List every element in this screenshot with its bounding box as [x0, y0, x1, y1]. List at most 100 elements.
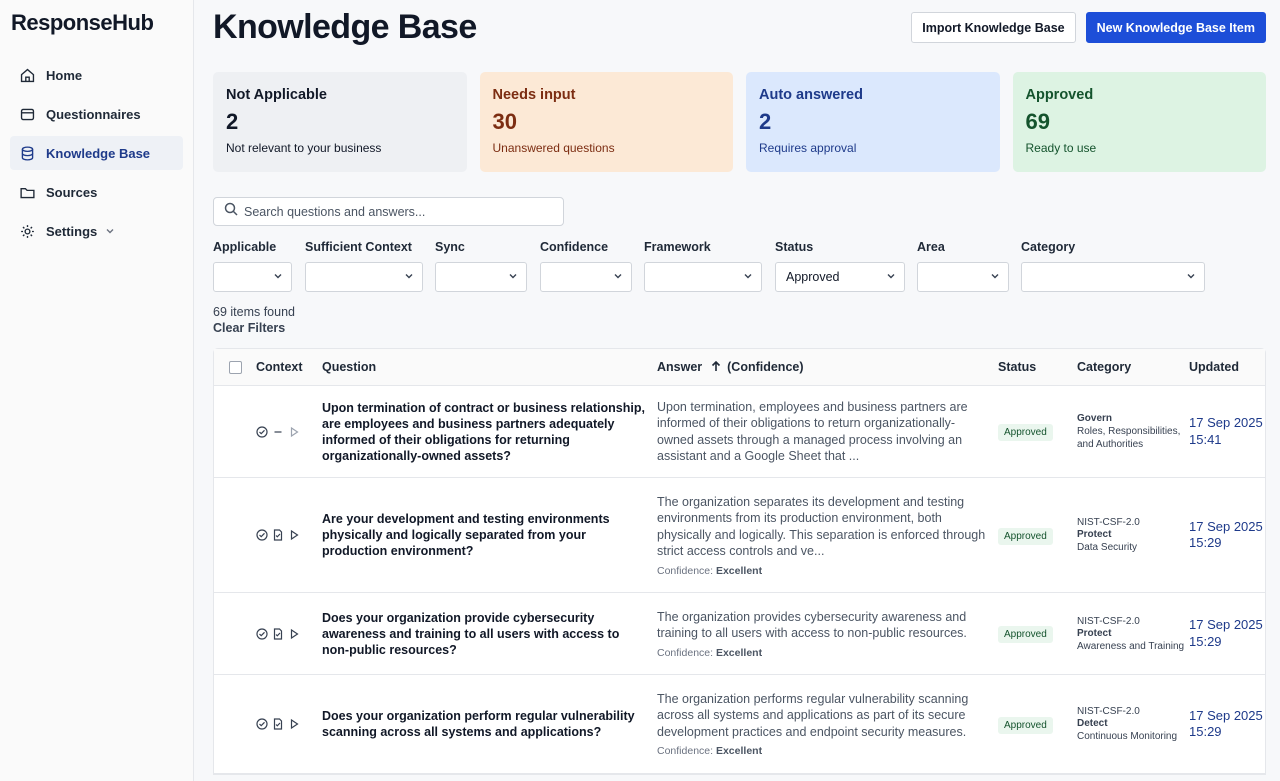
- category-function: Protect: [1077, 627, 1112, 639]
- chevron-down-icon: [1186, 270, 1196, 284]
- document-icon: [272, 529, 284, 541]
- stat-label: Needs input: [492, 87, 576, 103]
- sidebar: ResponseHub Home Questionnaires Knowledg…: [0, 0, 194, 781]
- filter-label-sufficient-context: Sufficient Context: [305, 240, 412, 254]
- answer-text: The organization provides cybersecurity …: [657, 609, 967, 641]
- updated-date: 17 Sep 2025: [1189, 415, 1263, 430]
- table-row[interactable]: Does your organization provide cybersecu…: [214, 593, 1265, 675]
- sidebar-item-label: Knowledge Base: [46, 145, 151, 161]
- stat-value: 30: [492, 109, 517, 134]
- chevron-down-icon: [404, 270, 414, 284]
- filter-select-status[interactable]: Approved: [775, 262, 905, 292]
- table-row[interactable]: Upon termination of contract or business…: [214, 386, 1265, 478]
- sidebar-item-questionnaires[interactable]: Questionnaires: [10, 97, 183, 131]
- filter-label-area: Area: [917, 240, 945, 254]
- table-row[interactable]: Are your development and testing environ…: [214, 478, 1265, 593]
- updated-time: 15:41: [1189, 431, 1222, 447]
- main-content: Knowledge Base Import Knowledge Base New…: [194, 0, 1280, 781]
- confidence-label: Confidence: Excellent: [657, 647, 986, 659]
- category-area: Continuous Monitoring: [1077, 731, 1178, 742]
- stat-desc: Unanswered questions: [492, 141, 615, 155]
- filter-label-category: Category: [1021, 240, 1076, 254]
- filter-select-sync[interactable]: [435, 262, 527, 292]
- filter-select-category[interactable]: [1021, 262, 1205, 292]
- status-badge: Approved: [998, 716, 1053, 734]
- play-icon: [288, 628, 300, 640]
- status-badge: Approved: [998, 626, 1053, 643]
- sidebar-item-label: Settings: [46, 223, 98, 239]
- stat-card-not-applicable[interactable]: Not Applicable 2 Not relevant to your bu…: [213, 72, 467, 172]
- table-header: Context Question Answer (Confidence) Sta…: [214, 349, 1265, 386]
- answer-text: Upon termination, employees and business…: [657, 399, 968, 464]
- status-badge: Approved: [998, 424, 1053, 441]
- filter-select-area[interactable]: [917, 262, 1009, 292]
- sidebar-item-label: Sources: [46, 184, 98, 200]
- stat-desc: Ready to use: [1025, 141, 1097, 155]
- confidence-prefix: Confidence:: [657, 745, 714, 758]
- document-icon: [18, 105, 36, 123]
- column-header-answer-label: Answer: [657, 359, 703, 374]
- clear-filters-button[interactable]: Clear Filters: [213, 321, 1266, 335]
- chevron-down-icon[interactable]: [105, 226, 115, 236]
- filter-select-sufficient-context[interactable]: [305, 262, 423, 292]
- question-text: Does your organization provide cybersecu…: [322, 610, 620, 657]
- answer-text: The organization separates its developme…: [657, 494, 986, 559]
- filter-select-confidence[interactable]: [540, 262, 632, 292]
- folder-icon: [18, 183, 36, 201]
- column-header-category[interactable]: Category: [1077, 360, 1189, 374]
- stack-icon: [18, 144, 36, 162]
- confidence-value: Excellent: [715, 745, 763, 758]
- chevron-down-icon: [613, 270, 623, 284]
- sidebar-item-settings[interactable]: Settings: [10, 214, 183, 248]
- updated-date: 17 Sep 2025: [1189, 617, 1263, 632]
- sidebar-item-knowledge-base[interactable]: Knowledge Base: [10, 136, 183, 170]
- stat-card-needs-input[interactable]: Needs input 30 Unanswered questions: [479, 72, 733, 172]
- search-icon: [224, 202, 238, 221]
- stat-value: 69: [1025, 109, 1050, 134]
- column-header-confidence-label: (Confidence): [727, 359, 804, 374]
- confidence-prefix: Confidence:: [657, 564, 714, 577]
- sidebar-item-home[interactable]: Home: [10, 58, 183, 92]
- filter-label-status: Status: [775, 240, 814, 254]
- column-header-status[interactable]: Status: [998, 360, 1077, 374]
- column-header-context[interactable]: Context: [256, 360, 322, 374]
- updated-time: 15:29: [1189, 633, 1222, 649]
- home-icon: [18, 66, 36, 84]
- sidebar-item-label: Home: [46, 67, 83, 83]
- stat-label: Not Applicable: [226, 87, 327, 103]
- select-all-checkbox[interactable]: [228, 360, 242, 374]
- document-icon: [272, 627, 284, 640]
- logo[interactable]: ResponseHub: [0, 0, 193, 44]
- search-input[interactable]: [244, 204, 544, 219]
- confidence-label: Confidence: Excellent: [657, 745, 986, 757]
- import-knowledge-base-button[interactable]: Import Knowledge Base: [911, 12, 1076, 43]
- category-framework: Govern: [1077, 412, 1113, 424]
- table-row[interactable]: Does your organization perform regular v…: [214, 675, 1265, 774]
- stat-value: 2: [226, 109, 239, 134]
- column-header-answer[interactable]: Answer (Confidence): [657, 360, 998, 375]
- confidence-value: Excellent: [715, 646, 763, 659]
- play-icon: [288, 426, 300, 438]
- stat-value: 2: [759, 109, 772, 134]
- sidebar-item-sources[interactable]: Sources: [10, 175, 183, 209]
- new-knowledge-base-item-button[interactable]: New Knowledge Base Item: [1085, 12, 1266, 43]
- category-framework: NIST-CSF-2.0: [1077, 706, 1140, 717]
- stat-card-approved[interactable]: Approved 69 Ready to use: [1012, 72, 1266, 172]
- stats-cards: Not Applicable 2 Not relevant to your bu…: [213, 72, 1266, 172]
- chevron-down-icon: [273, 270, 283, 284]
- updated-date: 17 Sep 2025: [1189, 518, 1263, 534]
- category-area: Data Security: [1077, 542, 1138, 553]
- updated-time: 15:29: [1189, 535, 1222, 550]
- check-circle-icon: [256, 529, 268, 541]
- play-icon: [288, 718, 300, 730]
- filter-select-framework[interactable]: [644, 262, 762, 292]
- gear-icon: [18, 222, 36, 240]
- category-function: Protect: [1077, 529, 1112, 540]
- knowledge-base-table: Context Question Answer (Confidence) Sta…: [213, 348, 1266, 775]
- stat-card-auto-answered[interactable]: Auto answered 2 Requires approval: [746, 72, 1000, 172]
- chevron-down-icon: [990, 270, 1000, 284]
- play-icon: [288, 529, 300, 541]
- filter-select-applicable[interactable]: [213, 262, 292, 292]
- column-header-updated[interactable]: Updated: [1189, 360, 1265, 374]
- column-header-question[interactable]: Question: [322, 360, 657, 374]
